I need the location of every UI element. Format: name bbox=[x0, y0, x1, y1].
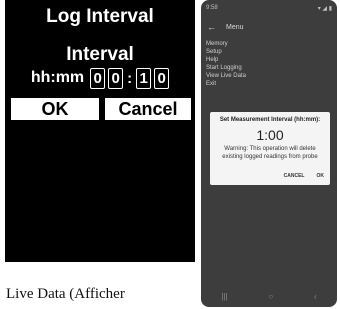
status-time: 9:58 bbox=[206, 5, 218, 11]
dialog-title: Set Measurement Interval (hh:mm): bbox=[219, 117, 321, 123]
dialog-actions: CANCEL OK bbox=[284, 173, 324, 179]
phone-screen: 9:58 ▾ ◢ ▮ ← Menu Memory Setup Help Star… bbox=[201, 0, 337, 307]
dialog-ok-button[interactable]: OK bbox=[317, 173, 325, 179]
time-format-label: hh:mm bbox=[30, 69, 85, 86]
menu-item-memory[interactable]: Memory bbox=[206, 40, 332, 48]
arrow-left-icon[interactable]: ← bbox=[207, 22, 216, 32]
screen-title: Log Interval bbox=[46, 6, 154, 27]
interval-time-row: hh:mm 0 0 : 1 0 bbox=[5, 66, 195, 90]
ok-button[interactable]: OK bbox=[11, 98, 99, 120]
menu-item-help[interactable]: Help bbox=[206, 56, 332, 64]
device-screen: Log Interval Interval hh:mm 0 0 : 1 0 OK… bbox=[5, 0, 195, 262]
home-icon[interactable]: ○ bbox=[268, 292, 273, 301]
interval-value[interactable]: 1:00 bbox=[210, 127, 330, 143]
menu-list: Memory Setup Help Start Logging View Liv… bbox=[206, 40, 332, 88]
hour-tens-digit[interactable]: 0 bbox=[90, 67, 106, 89]
interval-dialog: Set Measurement Interval (hh:mm): 1:00 W… bbox=[210, 112, 330, 185]
caption-text: Live Data (Afficher bbox=[6, 286, 125, 302]
status-icons: ▾ ◢ ▮ bbox=[317, 5, 332, 12]
navigation-bar: ||| ○ ‹ bbox=[201, 285, 337, 307]
menu-item-setup[interactable]: Setup bbox=[206, 48, 332, 56]
app-bar: ← Menu bbox=[201, 20, 337, 34]
status-bar: 9:58 ▾ ◢ ▮ bbox=[206, 4, 332, 12]
app-bar-title: Menu bbox=[226, 23, 244, 31]
menu-item-view-live-data[interactable]: View Live Data bbox=[206, 72, 332, 80]
menu-item-start-logging[interactable]: Start Logging bbox=[206, 64, 332, 72]
dialog-cancel-button[interactable]: CANCEL bbox=[284, 173, 305, 179]
warning-text: Warning: This operation will delete exis… bbox=[222, 146, 318, 160]
hour-ones-digit[interactable]: 0 bbox=[108, 67, 124, 89]
minute-tens-digit[interactable]: 1 bbox=[136, 67, 152, 89]
minute-ones-digit[interactable]: 0 bbox=[154, 67, 170, 89]
cancel-button[interactable]: Cancel bbox=[105, 98, 191, 120]
back-icon[interactable]: ‹ bbox=[314, 292, 317, 301]
interval-label: Interval bbox=[66, 44, 134, 65]
menu-icon[interactable]: ||| bbox=[221, 292, 227, 301]
menu-item-exit[interactable]: Exit bbox=[206, 80, 332, 88]
time-separator: : bbox=[127, 69, 133, 87]
